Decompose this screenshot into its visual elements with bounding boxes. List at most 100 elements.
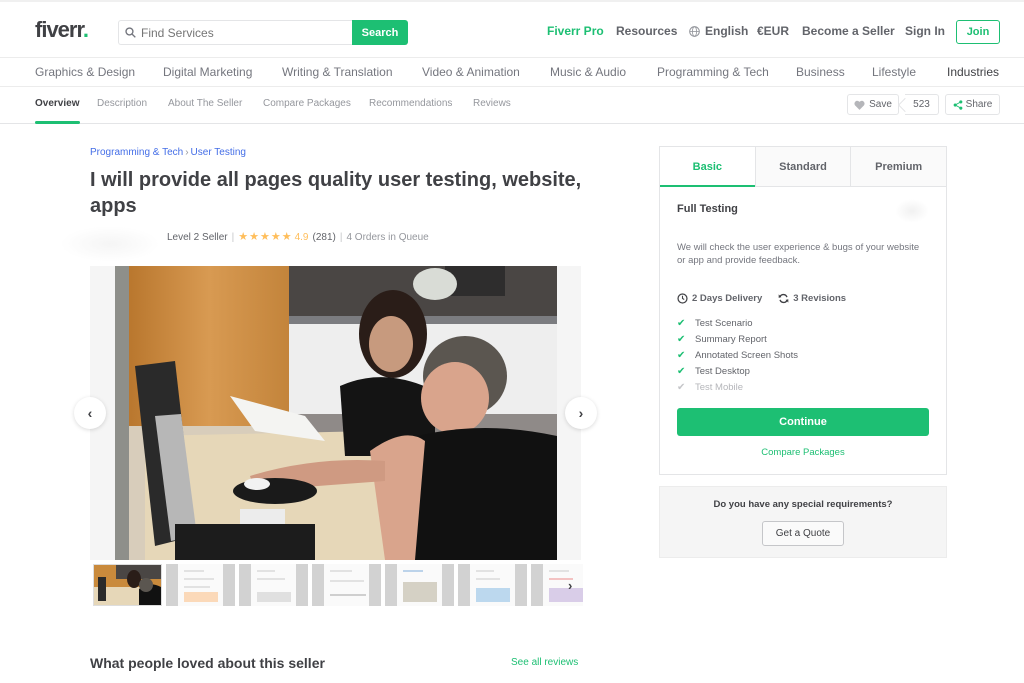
gallery-next-button[interactable]: › <box>565 397 597 429</box>
resources-link[interactable]: Resources <box>616 24 677 38</box>
share-button[interactable]: Share <box>945 94 1000 115</box>
package-tab-basic[interactable]: Basic <box>660 147 755 187</box>
active-tab-indicator <box>35 121 80 124</box>
become-seller-link[interactable]: Become a Seller <box>802 24 895 38</box>
feature-item: ✔ Annotated Screen Shots <box>677 349 798 361</box>
divider: | <box>339 232 343 243</box>
category-writing-translation[interactable]: Writing & Translation <box>282 65 393 79</box>
compare-packages-link[interactable]: Compare Packages <box>660 447 946 458</box>
gig-main-image <box>115 266 557 560</box>
tab-about-seller[interactable]: About The Seller <box>168 98 242 109</box>
tab-recommendations[interactable]: Recommendations <box>369 98 452 109</box>
review-count[interactable]: (281) <box>312 232 335 243</box>
star-icon: ★ <box>259 231 270 243</box>
thumbnail-7[interactable] <box>531 564 583 606</box>
custom-quote-box: Do you have any special requirements? Ge… <box>659 486 947 558</box>
feature-item-excluded: ✔ Test Mobile <box>677 381 744 393</box>
orders-in-queue: 4 Orders in Queue <box>346 232 429 243</box>
tab-overview[interactable]: Overview <box>35 98 79 109</box>
star-icon: ★ <box>249 231 259 243</box>
thumbnails-next-icon[interactable]: › <box>568 578 572 593</box>
star-icon: ★ <box>270 231 281 243</box>
rating-value: 4.9 <box>294 232 309 243</box>
join-button[interactable]: Join <box>956 20 1000 44</box>
check-icon: ✔ <box>677 365 686 377</box>
fiverr-pro-link[interactable]: Fiverr Pro <box>547 24 604 38</box>
category-video-animation[interactable]: Video & Animation <box>422 65 520 79</box>
gig-title: I will provide all pages quality user te… <box>90 169 582 217</box>
heart-icon <box>854 100 865 110</box>
thumbnail-2[interactable] <box>166 564 235 606</box>
continue-button[interactable]: Continue <box>677 408 929 436</box>
tab-description[interactable]: Description <box>97 98 147 109</box>
see-all-reviews-link[interactable]: See all reviews <box>511 657 578 668</box>
category-industries[interactable]: Industries <box>947 65 999 79</box>
category-music-audio[interactable]: Music & Audio <box>550 65 626 79</box>
revisions-count: 3 Revisions <box>793 293 847 304</box>
package-tabs: Basic Standard Premium <box>660 147 947 187</box>
revisions-icon <box>778 293 789 304</box>
breadcrumb: Programming & Tech › User Testing <box>90 147 246 158</box>
check-icon: ✔ <box>677 349 686 361</box>
category-programming-tech[interactable]: Programming & Tech <box>657 65 769 79</box>
search-icon <box>125 27 136 38</box>
breadcrumb-programming-tech[interactable]: Programming & Tech <box>90 147 183 158</box>
package-decoration <box>895 199 929 223</box>
get-quote-button[interactable]: Get a Quote <box>762 521 844 546</box>
search-box[interactable] <box>118 20 354 45</box>
search-input[interactable] <box>141 25 341 40</box>
breadcrumb-separator: › <box>185 147 189 158</box>
save-label: Save <box>869 99 892 110</box>
thumbnail-5[interactable] <box>385 564 454 606</box>
category-lifestyle[interactable]: Lifestyle <box>872 65 916 79</box>
share-label: Share <box>965 99 993 110</box>
category-digital-marketing[interactable]: Digital Marketing <box>163 65 252 79</box>
chevron-left-icon: ‹ <box>87 405 93 421</box>
site-header: fiverr. Search Fiverr Pro Resources Engl… <box>0 0 1024 58</box>
office-photo-illustration <box>115 266 557 560</box>
sign-in-link[interactable]: Sign In <box>905 24 945 38</box>
feature-item: ✔ Test Scenario <box>677 317 753 329</box>
package-meta: 2 Days Delivery 3 Revisions <box>677 293 846 304</box>
category-nav: Graphics & Design Digital Marketing Writ… <box>0 58 1024 87</box>
feature-item: ✔ Summary Report <box>677 333 767 345</box>
chevron-right-icon: › <box>578 405 584 421</box>
tab-reviews[interactable]: Reviews <box>473 98 511 109</box>
category-business[interactable]: Business <box>796 65 845 79</box>
star-icon: ★ <box>238 231 249 243</box>
check-icon: ✔ <box>677 333 686 345</box>
save-count: 523 <box>905 94 939 115</box>
globe-icon <box>689 26 700 37</box>
fiverr-logo[interactable]: fiverr. <box>35 17 89 43</box>
package-features: ✔ Test Scenario ✔ Summary Report ✔ Annotate… <box>677 315 798 395</box>
thumbnail-1[interactable] <box>93 564 162 606</box>
seller-avatar[interactable] <box>60 226 160 262</box>
gig-gallery: ‹ › <box>74 266 597 560</box>
divider: | <box>231 232 235 243</box>
package-tab-premium[interactable]: Premium <box>850 147 947 186</box>
language-selector[interactable]: English <box>689 24 748 38</box>
quote-question: Do you have any special requirements? <box>713 499 893 510</box>
star-icon: ★ <box>281 231 292 243</box>
seller-info: Level 2 Seller | ★ ★ ★ ★ ★ 4.9 (281) | 4… <box>167 232 429 244</box>
save-button[interactable]: Save <box>847 94 899 115</box>
breadcrumb-user-testing[interactable]: User Testing <box>191 147 246 158</box>
check-icon: ✔ <box>677 317 686 329</box>
gallery-prev-button[interactable]: ‹ <box>74 397 106 429</box>
seller-level: Level 2 Seller <box>167 232 228 243</box>
tab-compare-packages[interactable]: Compare Packages <box>263 98 351 109</box>
package-tab-standard[interactable]: Standard <box>754 147 851 186</box>
thumbnail-photo <box>94 565 161 605</box>
star-rating: ★ ★ ★ ★ ★ <box>238 232 291 243</box>
thumbnail-3[interactable] <box>239 564 308 606</box>
check-icon: ✔ <box>677 381 686 393</box>
search-button[interactable]: Search <box>352 20 408 45</box>
thumbnail-4[interactable] <box>312 564 381 606</box>
package-card: Basic Standard Premium Full Testing We w… <box>659 146 947 475</box>
currency-selector[interactable]: €EUR <box>757 24 789 38</box>
category-graphics-design[interactable]: Graphics & Design <box>35 65 135 79</box>
thumbnail-6[interactable] <box>458 564 527 606</box>
gallery-thumbnails <box>93 564 583 606</box>
feature-item: ✔ Test Desktop <box>677 365 750 377</box>
reviews-section-title: What people loved about this seller <box>90 655 325 671</box>
